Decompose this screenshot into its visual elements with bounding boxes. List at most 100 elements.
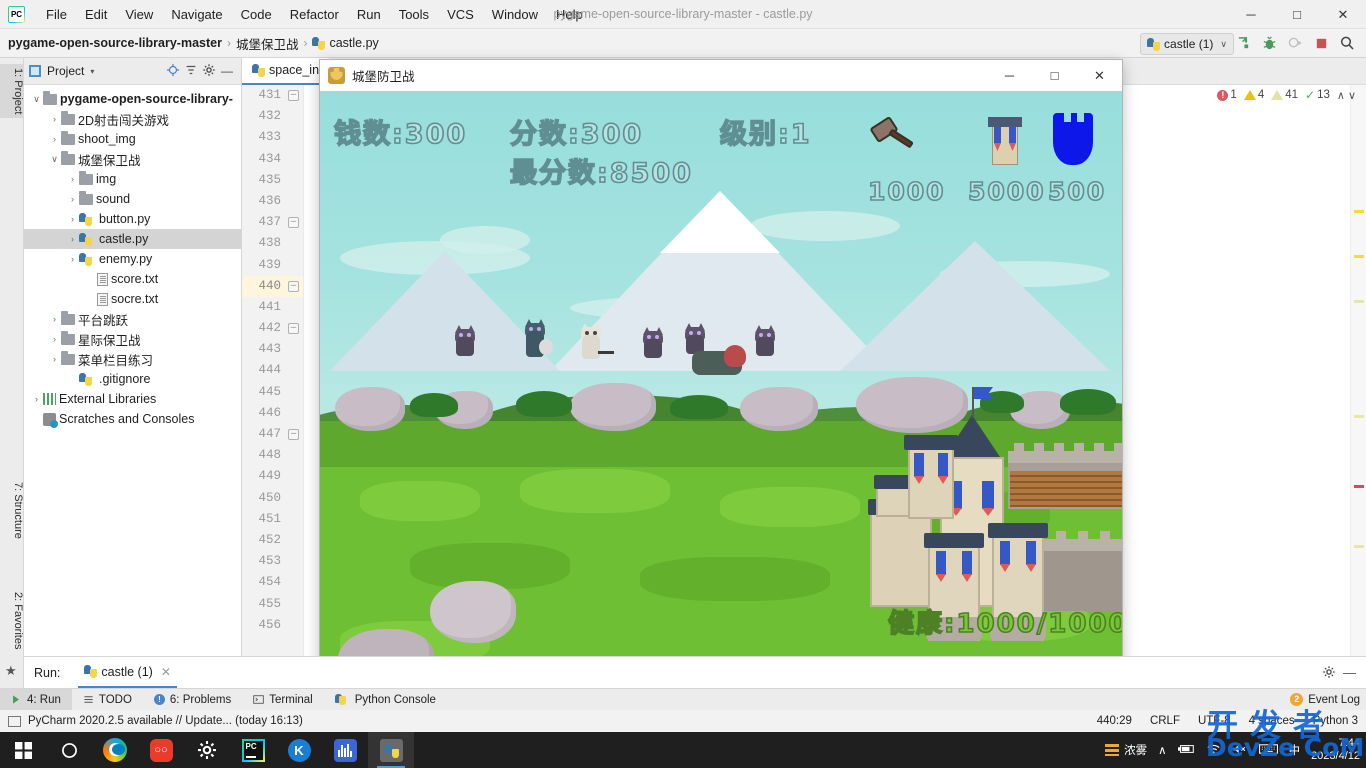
- prev-problem-icon[interactable]: ∧: [1337, 89, 1345, 102]
- expand-chevron-icon[interactable]: ∨: [30, 94, 43, 105]
- line-number[interactable]: 455: [242, 594, 303, 615]
- python-interpreter[interactable]: Python 3: [1313, 715, 1358, 727]
- tree-node[interactable]: score.txt: [24, 269, 241, 289]
- line-number[interactable]: 454: [242, 572, 303, 593]
- menu-run[interactable]: Run: [348, 0, 390, 29]
- line-number[interactable]: 453: [242, 551, 303, 572]
- cortana-icon[interactable]: [46, 732, 92, 768]
- line-number[interactable]: 451: [242, 509, 303, 530]
- expand-chevron-icon[interactable]: ›: [48, 114, 61, 124]
- tree-node[interactable]: › External Libraries: [24, 389, 241, 409]
- bottom-tab-python-console[interactable]: Python Console: [324, 689, 447, 711]
- shield-icon[interactable]: [1053, 113, 1093, 165]
- menu-code[interactable]: Code: [232, 0, 281, 29]
- sidebar-tab-project[interactable]: 1: Project: [0, 64, 24, 119]
- expand-chevron-icon[interactable]: ›: [66, 214, 79, 224]
- debug-button[interactable]: [1258, 32, 1280, 54]
- line-number[interactable]: 443: [242, 339, 303, 360]
- battery-icon[interactable]: [1177, 743, 1195, 758]
- gear-icon[interactable]: [1322, 665, 1336, 682]
- tree-node[interactable]: .gitignore: [24, 369, 241, 389]
- qq-icon[interactable]: ○○: [138, 732, 184, 768]
- line-number[interactable]: 444: [242, 360, 303, 381]
- gear-icon[interactable]: [200, 63, 218, 80]
- tree-node[interactable]: › shoot_img: [24, 129, 241, 149]
- menu-file[interactable]: File: [37, 0, 76, 29]
- bottom-tab-run[interactable]: 4: Run: [0, 688, 72, 711]
- game-title-bar[interactable]: 城堡防卫战 ─ □ ✕: [320, 60, 1122, 91]
- expand-chevron-icon[interactable]: ›: [30, 394, 43, 404]
- line-separator[interactable]: CRLF: [1150, 715, 1180, 727]
- fold-marker-icon[interactable]: ─: [288, 323, 299, 335]
- hide-panel-icon[interactable]: —: [218, 64, 236, 78]
- menu-navigate[interactable]: Navigate: [162, 0, 231, 29]
- tree-node[interactable]: ∨ 城堡保卫战: [24, 149, 241, 169]
- tree-node[interactable]: › 菜单栏目练习: [24, 349, 241, 369]
- indent-setting[interactable]: 4 spaces: [1249, 715, 1295, 727]
- menu-edit[interactable]: Edit: [76, 0, 116, 29]
- expand-chevron-icon[interactable]: ∨: [48, 154, 61, 165]
- mute-icon[interactable]: [1232, 743, 1248, 758]
- next-problem-icon[interactable]: ∨: [1348, 89, 1356, 102]
- tree-node[interactable]: › button.py: [24, 209, 241, 229]
- tree-node[interactable]: Scratches and Consoles: [24, 409, 241, 429]
- tree-node[interactable]: › 2D射击闯关游戏: [24, 109, 241, 129]
- line-number[interactable]: 445: [242, 382, 303, 403]
- line-number[interactable]: 431 ─: [242, 85, 303, 106]
- breadcrumb-folder[interactable]: 城堡保卫战: [236, 34, 299, 53]
- expand-chevron-icon[interactable]: ›: [48, 314, 61, 324]
- line-number[interactable]: 440 ─: [242, 275, 303, 297]
- fold-marker-icon[interactable]: ─: [288, 429, 299, 440]
- wifi-icon[interactable]: [1206, 743, 1221, 758]
- tower-icon[interactable]: [986, 113, 1024, 165]
- menu-window[interactable]: Window: [483, 0, 547, 29]
- event-log-button[interactable]: 2 Event Log: [1290, 693, 1360, 706]
- tree-node[interactable]: › 星际保卫战: [24, 329, 241, 349]
- stop-button[interactable]: [1310, 32, 1332, 54]
- ide-close-button[interactable]: ✕: [1320, 0, 1366, 29]
- run-tab-castle[interactable]: castle (1) ✕: [78, 657, 177, 688]
- ide-minimize-button[interactable]: ─: [1228, 0, 1274, 29]
- expand-chevron-icon[interactable]: ›: [66, 194, 79, 204]
- file-encoding[interactable]: UTF-8: [1198, 715, 1231, 727]
- line-number[interactable]: 434: [242, 149, 303, 170]
- tree-node[interactable]: ∨ pygame-open-source-library-: [24, 89, 241, 109]
- python-icon[interactable]: [368, 732, 414, 768]
- bottom-tab-todo[interactable]: TODO: [72, 689, 143, 711]
- start-icon[interactable]: [0, 732, 46, 768]
- menu-tools[interactable]: Tools: [390, 0, 438, 29]
- line-number[interactable]: 452: [242, 530, 303, 551]
- close-icon[interactable]: ✕: [161, 665, 171, 679]
- settings-icon[interactable]: [184, 732, 230, 768]
- minimize-icon[interactable]: —: [1343, 665, 1356, 680]
- keyboard-icon[interactable]: [1258, 743, 1278, 758]
- game-window[interactable]: 城堡防卫战 ─ □ ✕ 钱数:300 分数:300 最分数:8500 级别:1 …: [320, 60, 1122, 693]
- line-number[interactable]: 441: [242, 297, 303, 318]
- line-number[interactable]: 436: [242, 191, 303, 212]
- menu-refactor[interactable]: Refactor: [281, 0, 348, 29]
- expand-chevron-icon[interactable]: ›: [48, 134, 61, 144]
- edge-icon[interactable]: [92, 732, 138, 768]
- run-configuration-selector[interactable]: castle (1) ∨: [1140, 33, 1234, 55]
- sidebar-tab-structure[interactable]: 7: Structure: [0, 478, 24, 543]
- star-icon[interactable]: ★: [5, 663, 17, 679]
- game-close-button[interactable]: ✕: [1077, 60, 1122, 91]
- tree-node[interactable]: › sound: [24, 189, 241, 209]
- expand-chevron-icon[interactable]: ›: [48, 354, 61, 364]
- ime-indicator[interactable]: 中: [1289, 742, 1301, 758]
- menu-help[interactable]: Help: [547, 0, 592, 29]
- breadcrumb-file[interactable]: castle.py: [312, 36, 379, 50]
- line-number[interactable]: 448: [242, 445, 303, 466]
- game-canvas[interactable]: 钱数:300 分数:300 最分数:8500 级别:1 1000 5000 50…: [320, 91, 1122, 693]
- expand-chevron-icon[interactable]: ›: [66, 234, 79, 244]
- error-stripe-markers[interactable]: [1350, 85, 1366, 656]
- line-number[interactable]: 432: [242, 106, 303, 127]
- fold-marker-icon[interactable]: ─: [288, 280, 299, 292]
- menu-vcs[interactable]: VCS: [438, 0, 483, 29]
- expand-chevron-icon[interactable]: ›: [66, 254, 79, 264]
- inspection-summary[interactable]: ! 1 4 41 ✓ 13 ∧ ∨: [1217, 88, 1356, 102]
- chevron-down-icon[interactable]: ▾: [90, 67, 94, 76]
- ide-maximize-button[interactable]: □: [1274, 0, 1320, 29]
- expand-chevron-icon[interactable]: ›: [48, 334, 61, 344]
- sidebar-tab-favorites[interactable]: 2: Favorites: [0, 588, 24, 653]
